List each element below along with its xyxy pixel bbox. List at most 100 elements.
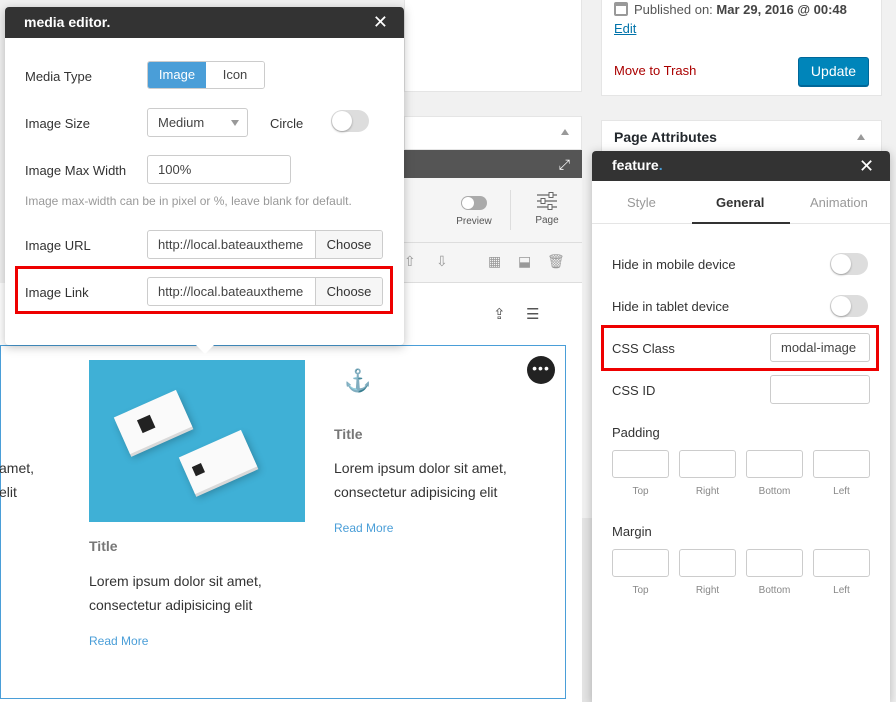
circle-toggle[interactable]	[331, 110, 369, 132]
chevron-down-icon	[231, 120, 239, 126]
padding-left-input[interactable]	[813, 450, 870, 478]
close-icon[interactable]: ✕	[373, 13, 388, 31]
card-text: Lorem ipsum dolor sit amet,	[89, 573, 262, 589]
margin-left-caption: Left	[833, 585, 850, 596]
preview-label: Preview	[456, 216, 492, 227]
tab-general[interactable]: General	[716, 195, 764, 210]
preview-toggle-icon[interactable]	[461, 196, 487, 210]
builder-metabox-header[interactable]	[404, 116, 582, 150]
feature-element[interactable]: ••• amet, elit Title Lorem ipsum dolor s…	[0, 345, 566, 699]
media-type-image-option[interactable]: Image	[148, 62, 206, 88]
read-more-link[interactable]: Read More	[89, 634, 148, 648]
margin-left-input[interactable]	[813, 549, 870, 577]
tab-animation[interactable]: Animation	[810, 195, 868, 210]
more-options-icon[interactable]: •••	[527, 356, 555, 384]
modal-pointer	[196, 345, 214, 354]
duplicate-icon[interactable]: ▦	[488, 253, 501, 270]
image-size-value: Medium	[158, 115, 205, 130]
page-attributes-box[interactable]: Page Attributes	[601, 120, 882, 154]
move-up-icon[interactable]: ⇧	[404, 253, 416, 270]
page-tool[interactable]: Page	[529, 191, 565, 226]
panel-header: feature. ✕	[592, 151, 890, 181]
card-text-partial: amet,	[0, 460, 35, 476]
business-card-graphic	[178, 429, 258, 495]
save-template-icon[interactable]: ⬓	[518, 253, 531, 270]
media-type-toggle: Image Icon	[147, 61, 265, 89]
anchor-icon: ⚓	[344, 368, 372, 393]
card-text-partial: elit	[0, 484, 17, 500]
margin-right-input[interactable]	[679, 549, 736, 577]
builder-bar: ⤢	[404, 150, 582, 178]
padding-bottom-caption: Bottom	[758, 486, 791, 497]
image-max-width-label: Image Max Width	[25, 163, 127, 178]
media-type-label: Media Type	[25, 69, 92, 84]
padding-right-input[interactable]	[679, 450, 736, 478]
read-more-link[interactable]: Read More	[334, 521, 393, 535]
card-text: consectetur adipisicing elit	[89, 597, 253, 613]
active-tab-indicator	[692, 222, 790, 224]
page-label: Page	[535, 215, 559, 226]
panel-title-text: feature	[612, 157, 659, 173]
modal-header: media editor. ✕	[5, 7, 404, 38]
upload-icon[interactable]: ⇪	[493, 305, 506, 323]
padding-label: Padding	[612, 425, 660, 440]
panel-tabs: Style General Animation	[592, 181, 890, 224]
hide-mobile-toggle[interactable]	[830, 253, 868, 275]
padding-top-caption: Top	[632, 486, 649, 497]
move-down-icon[interactable]: ⇩	[436, 253, 448, 270]
feature-settings-panel: feature. ✕ Style General Animation Hide …	[592, 151, 890, 702]
tab-style[interactable]: Style	[627, 195, 656, 210]
image-size-select[interactable]: Medium	[147, 108, 248, 137]
edit-date-link[interactable]: Edit	[614, 21, 636, 36]
padding-left-caption: Left	[833, 486, 850, 497]
margin-top-input[interactable]	[612, 549, 669, 577]
card-image	[89, 360, 305, 522]
collapse-arrow-icon[interactable]	[561, 129, 569, 135]
padding-top-input[interactable]	[612, 450, 669, 478]
collapse-arrow-icon[interactable]	[857, 134, 865, 140]
hide-mobile-label: Hide in mobile device	[612, 257, 736, 272]
panel-title-dot: .	[658, 157, 663, 173]
expand-icon[interactable]: ⤢	[559, 156, 570, 173]
css-id-label: CSS ID	[612, 383, 656, 398]
admin-scrollbar[interactable]	[582, 518, 592, 702]
margin-right-caption: Right	[695, 585, 720, 596]
card-title: Title	[89, 538, 118, 554]
hide-tablet-toggle[interactable]	[830, 295, 868, 317]
published-date: Published on: Mar 29, 2016 @ 00:48	[614, 2, 847, 17]
update-button[interactable]: Update	[798, 57, 869, 86]
hide-tablet-label: Hide in tablet device	[612, 299, 730, 314]
image-size-label: Image Size	[25, 116, 91, 131]
card-text: consectetur adipisicing elit	[334, 484, 498, 500]
menu-icon[interactable]: ☰	[526, 305, 539, 323]
css-id-input[interactable]	[770, 375, 870, 404]
move-to-trash-link[interactable]: Move to Trash	[614, 63, 696, 78]
row-tools: ⇧ ⇩ ▦ ⬓ 🗑	[404, 243, 582, 283]
image-url-field: http://local.bateauxtheme Choose	[147, 230, 383, 259]
publish-box: Published on: Mar 29, 2016 @ 00:48 Edit …	[601, 0, 882, 96]
highlight-box	[601, 325, 879, 371]
card-text: Lorem ipsum dolor sit amet,	[334, 460, 507, 476]
trash-icon[interactable]: 🗑	[547, 253, 565, 270]
image-url-label: Image URL	[25, 238, 91, 253]
sliders-icon	[537, 192, 557, 210]
padding-bottom-input[interactable]	[746, 450, 803, 478]
image-url-choose-button[interactable]: Choose	[315, 231, 382, 258]
media-type-icon-option[interactable]: Icon	[206, 62, 264, 88]
preview-tool[interactable]: Preview	[454, 196, 494, 227]
published-value: Mar 29, 2016 @ 00:48	[716, 2, 847, 17]
card-title: Title	[334, 426, 363, 442]
toolbar-divider	[510, 190, 511, 230]
media-editor-modal: media editor. ✕ Media Type Image Icon Im…	[5, 7, 404, 345]
padding-right-caption: Right	[695, 486, 720, 497]
editor-top-area	[404, 0, 582, 92]
close-icon[interactable]: ✕	[859, 157, 874, 175]
published-label: Published on:	[634, 2, 713, 17]
highlight-box	[15, 266, 393, 314]
image-url-input[interactable]: http://local.bateauxtheme	[148, 231, 315, 258]
margin-bottom-input[interactable]	[746, 549, 803, 577]
builder-toolbar: Preview Page	[404, 178, 582, 243]
image-max-width-input[interactable]: 100%	[147, 155, 291, 184]
margin-label: Margin	[612, 524, 652, 539]
circle-label: Circle	[270, 116, 304, 131]
